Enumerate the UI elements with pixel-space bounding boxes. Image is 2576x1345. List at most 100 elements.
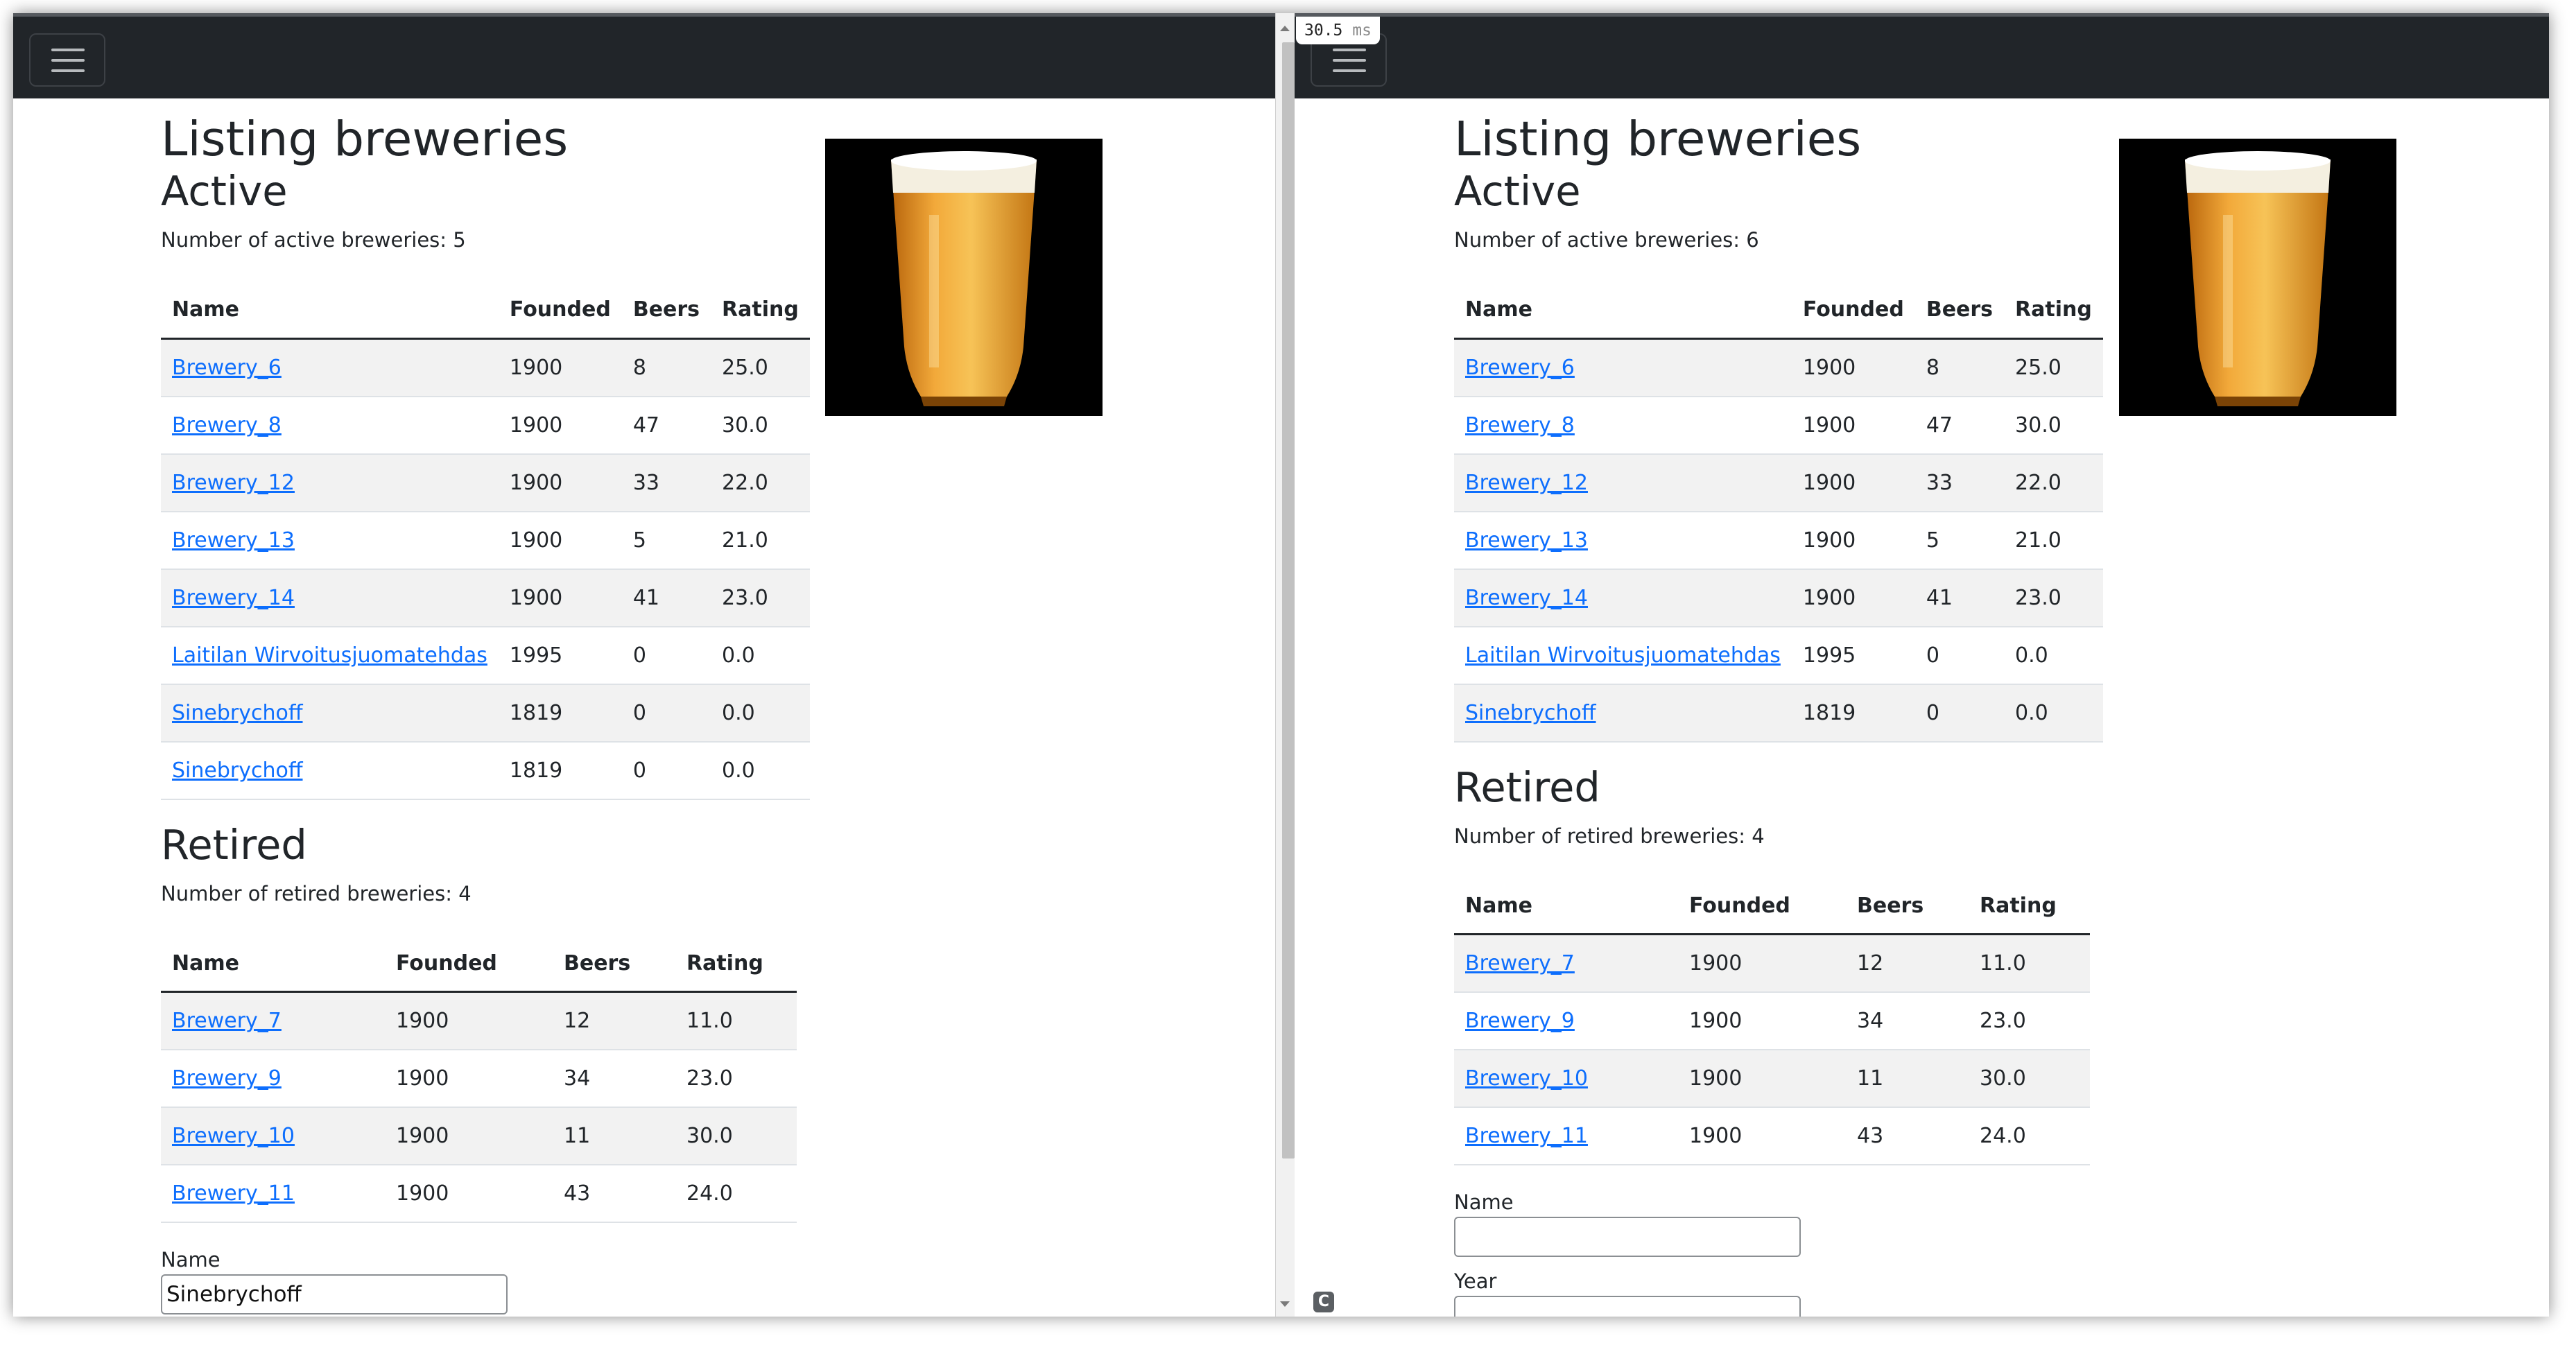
rating-cell: 11.0 (675, 991, 797, 1051)
brewery-link[interactable]: Brewery_6 (172, 356, 282, 380)
name-cell: Brewery_13 (1454, 511, 1792, 570)
brewery-link[interactable]: Laitilan Wirvoitusjuomatehdas (172, 643, 487, 668)
table-row: Brewery_13 1900 5 21.0 (1454, 511, 2103, 570)
page-title: Listing breweries (161, 112, 569, 167)
name-cell: Brewery_9 (161, 1050, 385, 1109)
founded-cell: 1900 (1678, 1050, 1846, 1109)
col-beers-header: Beers (621, 281, 711, 340)
rating-cell: 22.0 (2004, 453, 2103, 512)
beer-glass-image (2119, 139, 2396, 416)
brewery-link[interactable]: Brewery_8 (1465, 413, 1575, 437)
brewery-link[interactable]: Brewery_11 (1465, 1124, 1588, 1148)
beers-cell: 0 (1914, 626, 2005, 685)
rating-cell: 23.0 (2004, 569, 2103, 627)
active-count: Number of active breweries: 6 (1454, 228, 1759, 252)
retired-breweries-table: Name Founded Beers Rating Brewery_7 1900… (1454, 878, 2090, 1166)
col-rating-header: Rating (711, 281, 810, 340)
col-founded-header: Founded (498, 281, 622, 340)
founded-cell: 1900 (498, 396, 622, 455)
name-input[interactable] (1454, 1217, 1801, 1258)
brewery-link[interactable]: Brewery_10 (172, 1124, 295, 1148)
founded-cell: 1900 (498, 511, 622, 570)
founded-cell: 1900 (385, 1107, 553, 1166)
founded-cell: 1819 (1791, 684, 1915, 743)
table-row: Brewery_11 1900 43 24.0 (1454, 1107, 2090, 1166)
name-input[interactable] (161, 1274, 508, 1315)
beers-cell: 12 (553, 991, 675, 1051)
rating-cell: 30.0 (2004, 396, 2103, 455)
brewery-link[interactable]: Brewery_14 (1465, 586, 1588, 610)
rating-cell: 25.0 (2004, 338, 2103, 397)
scrollbar-thumb[interactable] (1282, 42, 1295, 1159)
brewery-link[interactable]: Brewery_8 (172, 413, 282, 437)
table-row: Brewery_10 1900 11 30.0 (161, 1107, 797, 1166)
col-beers-header: Beers (553, 935, 675, 993)
founded-cell: 1819 (498, 684, 622, 743)
retired-rows: Brewery_7 1900 12 11.0 Brewery_9 1900 34… (1454, 934, 2090, 1166)
table-header-row: Name Founded Beers Rating (1454, 281, 2103, 340)
col-founded-header: Founded (385, 935, 553, 993)
rating-cell: 11.0 (1969, 934, 2090, 993)
active-breweries-table: Name Founded Beers Rating Brewery_6 1900… (1454, 281, 2103, 743)
table-row: Sinebrychoff 1819 0 0.0 (1454, 684, 2103, 743)
col-name-header: Name (1454, 878, 1678, 936)
name-cell: Brewery_10 (1454, 1050, 1678, 1109)
brewery-link[interactable]: Brewery_13 (1465, 528, 1588, 553)
founded-cell: 1900 (498, 453, 622, 512)
brewery-link[interactable]: Sinebrychoff (172, 701, 303, 725)
col-founded-header: Founded (1678, 878, 1846, 936)
brewery-link[interactable]: Brewery_12 (1465, 471, 1588, 495)
beers-cell: 43 (1846, 1107, 1969, 1166)
table-row: Brewery_12 1900 33 22.0 (1454, 453, 2103, 512)
table-row: Brewery_11 1900 43 24.0 (161, 1165, 797, 1224)
name-cell: Sinebrychoff (161, 741, 499, 800)
main-content: Listing breweries Active Number of activ… (161, 95, 810, 1315)
rating-cell: 30.0 (711, 396, 810, 455)
scroll-down-icon[interactable] (1280, 1301, 1290, 1307)
table-row: Brewery_6 1900 8 25.0 (1454, 338, 2103, 397)
brewery-link[interactable]: Brewery_11 (172, 1181, 295, 1206)
table-row: Brewery_6 1900 8 25.0 (161, 338, 810, 397)
brewery-link[interactable]: Brewery_13 (172, 528, 295, 553)
table-header-row: Name Founded Beers Rating (161, 281, 810, 340)
brewery-link[interactable]: Brewery_7 (1465, 951, 1575, 975)
name-cell: Brewery_13 (161, 511, 499, 570)
brewery-link[interactable]: Brewery_9 (172, 1066, 282, 1091)
table-row: Brewery_8 1900 47 30.0 (1454, 396, 2103, 455)
col-name-header: Name (161, 281, 499, 340)
brewery-link[interactable]: Laitilan Wirvoitusjuomatehdas (1465, 643, 1781, 668)
retired-rows: Brewery_7 1900 12 11.0 Brewery_9 1900 34… (161, 991, 797, 1224)
brewery-link[interactable]: Brewery_14 (172, 586, 295, 610)
year-input[interactable] (1454, 1296, 1801, 1317)
name-field-label: Name (1454, 1190, 1514, 1215)
table-row: Sinebrychoff 1819 0 0.0 (161, 684, 810, 743)
table-row: Brewery_7 1900 12 11.0 (161, 991, 797, 1051)
hamburger-icon (51, 69, 85, 72)
brewery-link[interactable]: Brewery_6 (1465, 356, 1575, 380)
hamburger-icon (1333, 59, 1366, 62)
left-pane: Listing breweries Active Number of activ… (13, 13, 1275, 1317)
rating-cell: 25.0 (711, 338, 810, 397)
brewery-link[interactable]: Brewery_12 (172, 471, 295, 495)
brewery-link[interactable]: Sinebrychoff (172, 758, 303, 783)
beers-cell: 34 (1846, 992, 1969, 1051)
beers-cell: 8 (621, 338, 711, 397)
table-header-row: Name Founded Beers Rating (161, 935, 797, 993)
scroll-up-icon[interactable] (1280, 26, 1290, 31)
brewery-link[interactable]: Brewery_9 (1465, 1009, 1575, 1033)
menu-toggle-button[interactable] (29, 33, 105, 87)
rating-cell: 30.0 (675, 1107, 797, 1166)
retired-breweries-table: Name Founded Beers Rating Brewery_7 1900… (161, 935, 797, 1224)
brewery-link[interactable]: Brewery_7 (172, 1009, 282, 1033)
retired-heading: Retired (1454, 763, 1600, 811)
brewery-link[interactable]: Sinebrychoff (1465, 701, 1596, 725)
table-row: Brewery_14 1900 41 23.0 (1454, 569, 2103, 627)
right-pane: Listing breweries Active Number of activ… (1295, 13, 2549, 1317)
beers-cell: 0 (621, 684, 711, 743)
brewery-link[interactable]: Brewery_10 (1465, 1066, 1588, 1091)
year-field-label: Year (1454, 1269, 1497, 1294)
active-rows: Brewery_6 1900 8 25.0 Brewery_8 1900 47 … (1454, 338, 2103, 743)
c-logo-icon[interactable]: C (1313, 1292, 1334, 1312)
hamburger-icon (51, 49, 85, 51)
beer-glass-image (825, 139, 1103, 416)
